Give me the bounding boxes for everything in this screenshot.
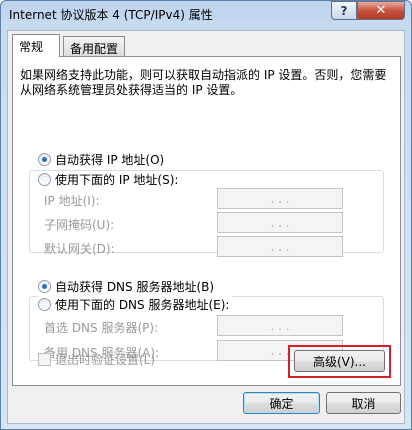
ok-button[interactable]: 确定: [243, 392, 320, 414]
radio-auto-ip[interactable]: 自动获得 IP 地址(O): [38, 151, 168, 167]
radio-manual-dns-label: 使用下面的 DNS 服务器地址(E):: [55, 297, 230, 312]
tab-alternate-configuration[interactable]: 备用配置: [63, 36, 125, 56]
alternate-dns-dots: . . .: [270, 343, 290, 358]
ip-address-dots: . . .: [270, 191, 290, 206]
preferred-dns-input[interactable]: . . .: [217, 315, 343, 336]
window-title: Internet 协议版本 4 (TCP/IPv4) 属性: [9, 8, 213, 22]
dialog-window: Internet 协议版本 4 (TCP/IPv4) 属性 ? ✕ 常规 备用配…: [0, 0, 412, 430]
help-button[interactable]: ?: [331, 1, 357, 20]
validate-on-exit-checkbox[interactable]: 退出时验证设置(L): [38, 351, 155, 368]
title-bar: Internet 协议版本 4 (TCP/IPv4) 属性 ? ✕: [1, 1, 411, 27]
subnet-mask-input[interactable]: . . .: [217, 212, 343, 233]
radio-manual-dns[interactable]: 使用下面的 DNS 服务器地址(E):: [38, 296, 233, 312]
radio-manual-ip-label: 使用下面的 IP 地址(S):: [55, 172, 179, 187]
advanced-button[interactable]: 高级(V)...: [294, 350, 385, 372]
close-icon: ✕: [375, 3, 387, 18]
close-button[interactable]: ✕: [357, 1, 405, 20]
tab-general[interactable]: 常规: [12, 34, 60, 57]
checkbox-unchecked-icon: [38, 353, 51, 366]
dialog-client-area: 常规 备用配置 如果网络支持此功能，则可以获取自动指派的 IP 设置。否则，您需…: [7, 30, 405, 424]
ip-address-label: IP 地址(I):: [44, 194, 100, 208]
radio-selected-icon: [38, 279, 51, 293]
preferred-dns-dots: . . .: [270, 318, 290, 333]
preferred-dns-label: 首选 DNS 服务器(P):: [44, 321, 159, 335]
default-gateway-dots: . . .: [270, 239, 290, 254]
default-gateway-label: 默认网关(D):: [44, 242, 115, 256]
radio-auto-ip-label: 自动获得 IP 地址(O): [55, 152, 165, 167]
description-text: 如果网络支持此功能，则可以获取自动指派的 IP 设置。否则，您需要从网络系统管理…: [20, 68, 387, 97]
ip-address-input[interactable]: . . .: [217, 188, 343, 209]
radio-auto-dns[interactable]: 自动获得 DNS 服务器地址(B): [38, 278, 218, 294]
cancel-button[interactable]: 取消: [326, 392, 401, 414]
radio-unselected-icon: [38, 297, 51, 311]
help-icon: ?: [340, 3, 348, 18]
subnet-mask-dots: . . .: [270, 215, 290, 230]
tab-panel-general: 如果网络支持此功能，则可以获取自动指派的 IP 设置。否则，您需要从网络系统管理…: [12, 56, 401, 386]
radio-unselected-icon: [38, 172, 51, 186]
validate-on-exit-label: 退出时验证设置(L): [55, 353, 156, 367]
default-gateway-input[interactable]: . . .: [217, 236, 343, 257]
subnet-mask-label: 子网掩码(U):: [44, 218, 115, 232]
radio-selected-icon: [38, 152, 51, 166]
radio-auto-dns-label: 自动获得 DNS 服务器地址(B): [55, 279, 215, 294]
radio-manual-ip[interactable]: 使用下面的 IP 地址(S):: [38, 171, 182, 187]
